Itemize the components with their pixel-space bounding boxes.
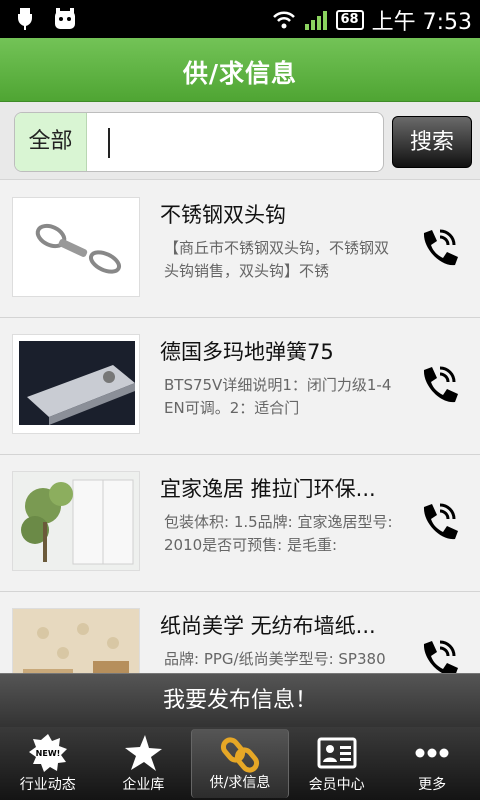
list-item[interactable]: 德国多玛地弹簧75 BTS75V详细说明1：闭门力级1-4EN可调。2：适合门	[0, 318, 480, 455]
star-icon	[125, 735, 163, 771]
nav-company-directory[interactable]: 企业库	[96, 727, 192, 800]
nav-more[interactable]: 更多	[384, 727, 480, 800]
nav-label: 行业动态	[19, 777, 76, 793]
search-box: 全部	[14, 112, 384, 172]
nav-supply-demand[interactable]: 供/求信息	[191, 729, 289, 798]
supply-demand-list: 不锈钢双头钩 【商丘市不锈钢双头钩，不锈钢双头钩销售，双头钩】不锈 德国多玛地弹…	[0, 181, 480, 673]
more-dots-icon	[415, 748, 449, 758]
search-button[interactable]: 搜索	[392, 116, 472, 168]
item-title: 德国多玛地弹簧75	[160, 340, 334, 364]
nav-member-center[interactable]: 会员中心	[289, 727, 385, 800]
item-title: 宜家逸居 推拉门环保...	[160, 477, 376, 501]
search-bar: 全部 搜索	[0, 102, 480, 180]
svg-text:NEW!: NEW!	[35, 749, 60, 758]
clock: 上午 7:53	[371, 10, 472, 35]
category-selector[interactable]: 全部	[15, 113, 87, 171]
chain-link-icon	[220, 737, 260, 773]
usb-icon	[18, 8, 32, 30]
phone-icon[interactable]	[414, 636, 460, 673]
phone-icon[interactable]	[414, 362, 460, 408]
item-description: 【商丘市不锈钢双头钩，不锈钢双头钩销售，双头钩】不锈	[164, 239, 390, 280]
floor-spring-image	[12, 334, 140, 434]
nav-industry-news[interactable]: NEW! 行业动态	[0, 727, 96, 800]
bottom-nav: NEW! 行业动态 企业库 供/求信息 会员中心 更多	[0, 727, 480, 800]
battery-icon: 68	[335, 10, 364, 30]
item-title: 不锈钢双头钩	[160, 203, 286, 227]
wifi-icon	[272, 11, 295, 29]
page-title: 供/求信息	[182, 59, 298, 88]
list-item[interactable]: 纸尚美学 无纺布墙纸... 品牌: PPG/纸尚美学型号: SP380	[0, 592, 480, 673]
signal-icon	[304, 11, 327, 30]
item-description: 品牌: PPG/纸尚美学型号: SP380	[164, 650, 386, 668]
search-input[interactable]	[89, 113, 381, 171]
phone-icon[interactable]	[414, 225, 460, 271]
nav-label: 更多	[418, 777, 447, 793]
item-title: 纸尚美学 无纺布墙纸...	[160, 614, 376, 638]
text-caret	[108, 128, 110, 158]
publish-info-button[interactable]: 我要发布信息！	[0, 673, 480, 727]
wallpaper-room-image	[12, 608, 140, 673]
phone-icon[interactable]	[414, 499, 460, 545]
nav-label: 供/求信息	[209, 775, 271, 791]
list-item[interactable]: 不锈钢双头钩 【商丘市不锈钢双头钩，不锈钢双头钩销售，双头钩】不锈	[0, 181, 480, 318]
new-badge-icon: NEW!	[28, 734, 67, 772]
double-hook-image	[12, 197, 140, 297]
android-icon	[55, 8, 75, 29]
plant-room-image	[12, 471, 140, 571]
nav-label: 会员中心	[308, 777, 365, 793]
member-card-icon	[317, 737, 357, 769]
nav-label: 企业库	[122, 777, 165, 793]
title-bar: 供/求信息	[0, 38, 480, 102]
status-bar: 68 上午 7:53	[0, 0, 480, 38]
list-item[interactable]: 宜家逸居 推拉门环保... 包装体积: 1.5品牌: 宜家逸居型号: 2010是…	[0, 455, 480, 592]
item-description: 包装体积: 1.5品牌: 宜家逸居型号: 2010是否可预售: 是毛重:	[164, 513, 393, 554]
item-description: BTS75V详细说明1：闭门力级1-4EN可调。2：适合门	[164, 376, 392, 417]
